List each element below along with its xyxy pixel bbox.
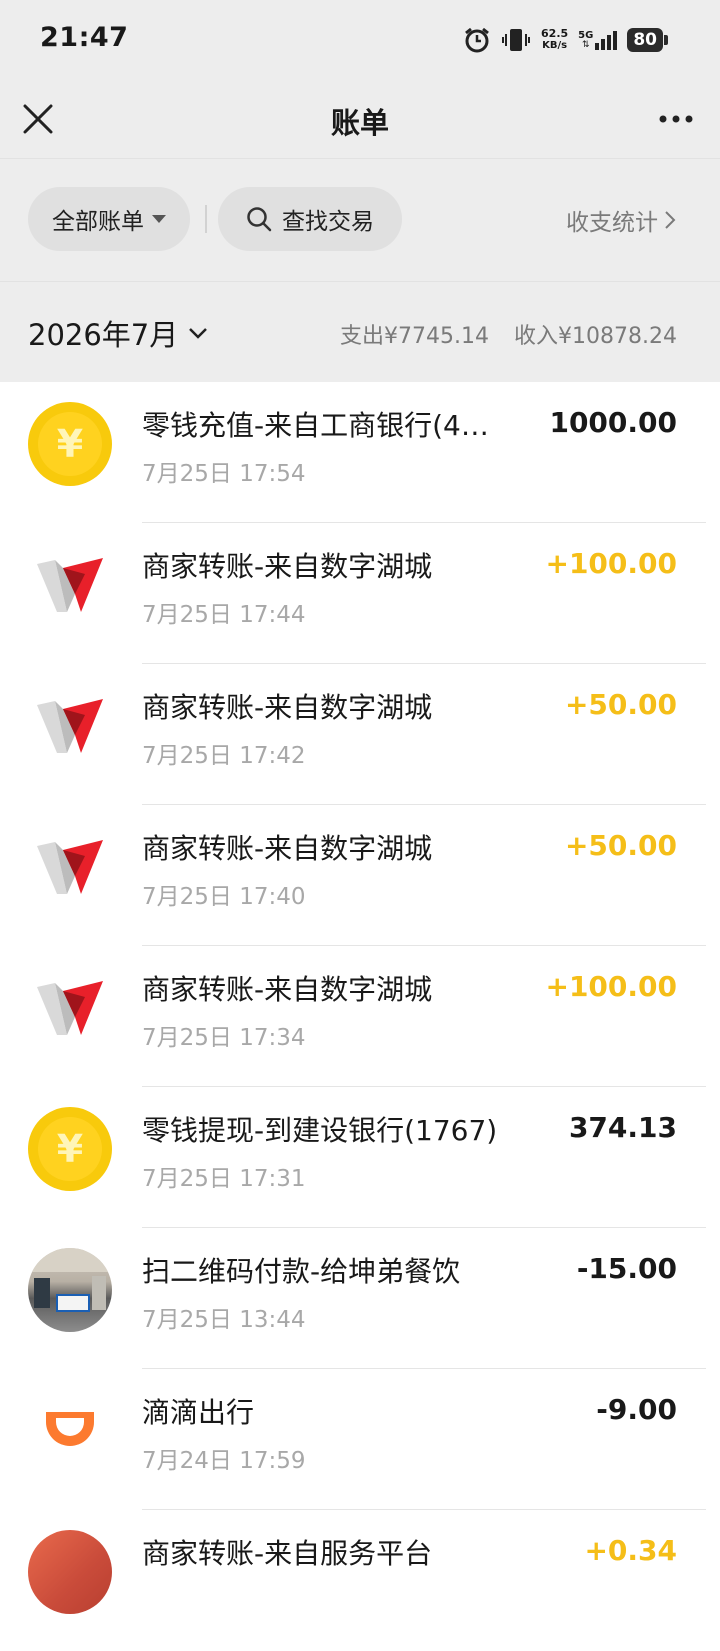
transaction-row[interactable]: 商家转账-来自服务平台 +0.34 — [0, 1510, 720, 1651]
transaction-row[interactable]: 扫二维码付款-给坤弟餐饮 7月25日 13:44 -15.00 — [0, 1228, 720, 1369]
transaction-amount: +100.00 — [545, 970, 677, 1003]
shop-photo-avatar — [28, 1248, 112, 1332]
transaction-amount: +100.00 — [545, 547, 677, 580]
net-speed-unit: KB/s — [542, 40, 568, 51]
didi-logo-icon — [28, 1389, 112, 1473]
merchant-logo-icon — [28, 825, 112, 909]
month-income: 收入¥10878.24 — [514, 324, 677, 349]
alarm-icon — [465, 27, 489, 53]
transaction-time: 7月25日 17:34 — [142, 1025, 306, 1051]
chevron-down-icon — [189, 328, 208, 339]
filter-divider — [205, 205, 207, 233]
transaction-amount: 374.13 — [568, 1111, 677, 1144]
transaction-title: 商家转账-来自服务平台 — [142, 1537, 433, 1570]
net-speed: 62.5 KB/s — [541, 28, 568, 52]
transaction-row[interactable]: ¥ 零钱充值-来自工商银行(4… 7月25日 17:54 1000.00 — [0, 382, 720, 523]
caret-down-icon — [152, 215, 166, 223]
transaction-title: 商家转账-来自数字湖城 — [142, 973, 433, 1006]
transaction-amount: +50.00 — [564, 688, 677, 721]
transaction-title: 滴滴出行 — [142, 1396, 255, 1429]
stats-label: 收支统计 — [566, 210, 658, 236]
transaction-amount: 1000.00 — [549, 406, 677, 439]
transaction-time: 7月24日 17:59 — [142, 1448, 306, 1474]
transaction-title: 商家转账-来自数字湖城 — [142, 832, 433, 865]
transaction-amount: +50.00 — [564, 829, 677, 862]
page-title: 账单 — [330, 106, 389, 140]
transaction-list: ¥ 零钱充值-来自工商银行(4… 7月25日 17:54 1000.00 商家转… — [0, 382, 720, 1651]
transaction-title: 零钱充值-来自工商银行(4… — [142, 409, 489, 442]
transaction-row[interactable]: 商家转账-来自数字湖城 7月25日 17:34 +100.00 — [0, 946, 720, 1087]
transaction-time: 7月25日 13:44 — [142, 1307, 306, 1333]
chevron-right-icon — [665, 211, 676, 229]
transaction-row[interactable]: 商家转账-来自数字湖城 7月25日 17:44 +100.00 — [0, 523, 720, 664]
transaction-time: 7月25日 17:54 — [142, 461, 306, 487]
transaction-title: 商家转账-来自数字湖城 — [142, 550, 433, 583]
status-time: 21:47 — [40, 22, 129, 53]
transaction-time: 7月25日 17:44 — [142, 602, 306, 628]
transaction-row[interactable]: 滴滴出行 7月24日 17:59 -9.00 — [0, 1369, 720, 1510]
more-options-icon[interactable] — [656, 102, 696, 136]
all-bills-filter[interactable]: 全部账单 — [28, 187, 190, 251]
transaction-title: 扫二维码付款-给坤弟餐饮 — [142, 1255, 461, 1288]
income-expense-stats-link[interactable]: 收支统计 — [566, 203, 676, 237]
transaction-row[interactable]: 商家转账-来自数字湖城 7月25日 17:40 +50.00 — [0, 805, 720, 946]
transaction-amount: -9.00 — [596, 1393, 677, 1426]
transaction-amount: -15.00 — [576, 1252, 677, 1285]
battery-tip — [664, 35, 668, 45]
coin-icon: ¥ — [28, 402, 112, 486]
month-label: 2026年7月 — [28, 318, 179, 352]
month-bar: 2026年7月 支出¥7745.14 收入¥10878.24 — [0, 281, 720, 382]
status-icons: 62.5 KB/s 5G ⇅ 80 — [463, 22, 668, 58]
merchant-logo-icon — [28, 684, 112, 768]
net-speed-value: 62.5 — [541, 27, 569, 40]
header-area: 21:47 62.5 KB/s 5G ⇅ 80 账单 全部账单 查找交易 收支统… — [0, 0, 720, 281]
filter-bar: 全部账单 查找交易 收支统计 — [0, 158, 720, 281]
vibrate-icon — [502, 29, 531, 51]
transaction-title: 零钱提现-到建设银行(1767) — [142, 1114, 498, 1147]
search-label: 查找交易 — [282, 209, 374, 235]
nav-bar: 账单 — [0, 80, 720, 158]
all-bills-label: 全部账单 — [52, 209, 144, 235]
signal-bars-icon — [595, 31, 618, 50]
netcafe-avatar — [28, 1530, 112, 1614]
battery-indicator: 80 — [627, 28, 668, 52]
merchant-logo-icon — [28, 966, 112, 1050]
search-icon — [247, 207, 272, 232]
transaction-row[interactable]: ¥ 零钱提现-到建设银行(1767) 7月25日 17:31 374.13 — [0, 1087, 720, 1228]
search-transactions-button[interactable]: 查找交易 — [218, 187, 402, 251]
battery-level: 80 — [627, 28, 663, 52]
merchant-logo-icon — [28, 543, 112, 627]
coin-icon: ¥ — [28, 1107, 112, 1191]
transaction-title: 商家转账-来自数字湖城 — [142, 691, 433, 724]
transaction-time: 7月25日 17:42 — [142, 743, 306, 769]
month-summary: 支出¥7745.14 收入¥10878.24 — [340, 318, 677, 350]
transaction-time: 7月25日 17:40 — [142, 884, 306, 910]
transaction-time: 7月25日 17:31 — [142, 1166, 306, 1192]
month-selector[interactable]: 2026年7月 — [28, 312, 208, 354]
month-expense: 支出¥7745.14 — [340, 324, 490, 349]
status-bar: 21:47 62.5 KB/s 5G ⇅ 80 — [0, 0, 720, 80]
transaction-row[interactable]: 商家转账-来自数字湖城 7月25日 17:42 +50.00 — [0, 664, 720, 805]
signal-indicator: 5G ⇅ — [578, 30, 618, 50]
transaction-amount: +0.34 — [584, 1534, 677, 1567]
data-arrows-icon: ⇅ — [581, 40, 590, 50]
